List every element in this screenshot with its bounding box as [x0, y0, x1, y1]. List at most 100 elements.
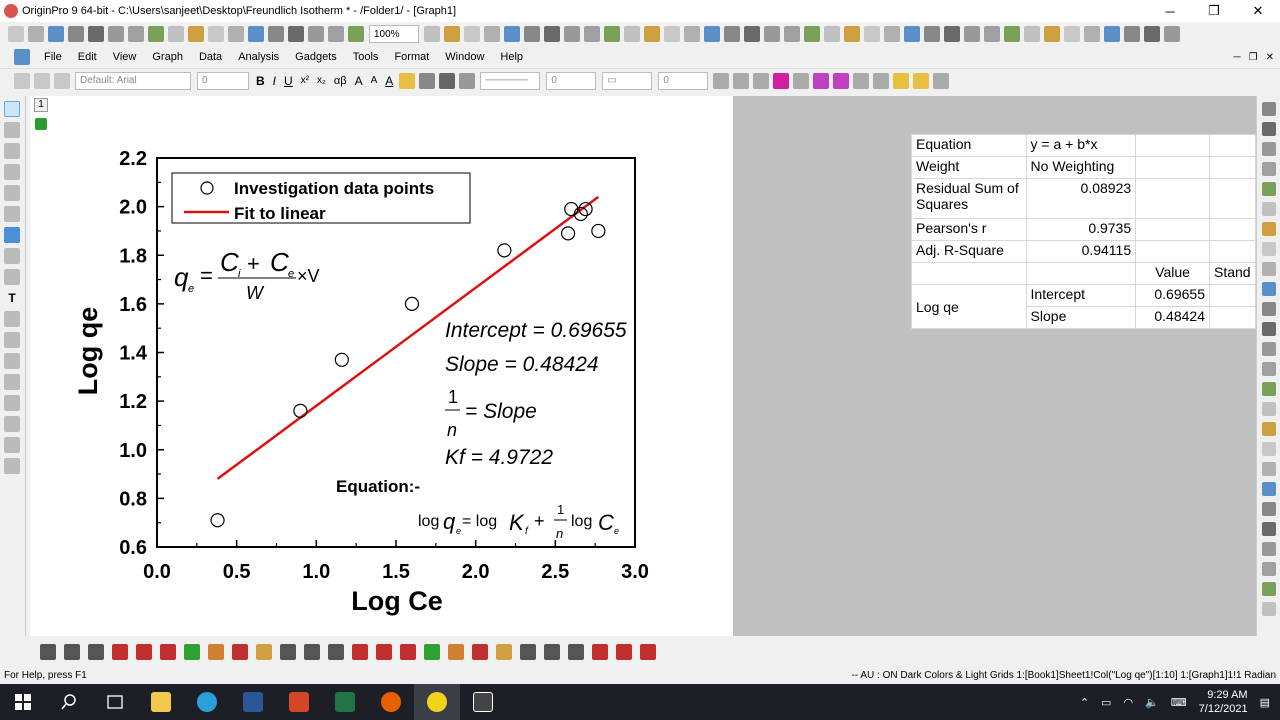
plot-type-icon[interactable]: [64, 644, 80, 660]
standard-tool-icon[interactable]: [168, 26, 184, 42]
standard-tool-icon[interactable]: [804, 26, 820, 42]
data-point[interactable]: [591, 223, 606, 239]
plot-type-icon[interactable]: [400, 644, 416, 660]
plot-type-icon[interactable]: [352, 644, 368, 660]
plot-type-icon[interactable]: [232, 644, 248, 660]
standard-tool-icon[interactable]: [1044, 26, 1060, 42]
minimize-button[interactable]: ─: [1148, 0, 1192, 22]
data-point[interactable]: [334, 352, 349, 367]
taskbar-excel[interactable]: [322, 684, 368, 720]
plot-type-icon[interactable]: [520, 644, 536, 660]
standard-tool-icon[interactable]: [1124, 26, 1140, 42]
menu-edit[interactable]: Edit: [70, 51, 105, 63]
flip-icon[interactable]: [833, 72, 850, 89]
standard-tool-icon[interactable]: [128, 26, 144, 42]
right-tool-icon[interactable]: [1262, 202, 1276, 216]
menu-tools[interactable]: Tools: [345, 51, 387, 63]
taskbar-file-explorer[interactable]: [138, 684, 184, 720]
plot-type-icon[interactable]: [496, 644, 512, 660]
right-tool-icon[interactable]: [1262, 422, 1276, 436]
data-point[interactable]: [560, 226, 576, 241]
pattern-size-select[interactable]: 0: [658, 71, 709, 90]
menu-analysis[interactable]: Analysis: [230, 51, 287, 63]
zoom-select[interactable]: 100%: [369, 25, 419, 43]
standard-tool-icon[interactable]: [108, 26, 124, 42]
plot-type-icon[interactable]: [280, 644, 296, 660]
standard-tool-icon[interactable]: [664, 26, 680, 42]
right-tool-icon[interactable]: [1262, 522, 1276, 536]
distribute-icon[interactable]: [933, 72, 950, 89]
right-tool-icon[interactable]: [1262, 102, 1276, 116]
right-tool-icon[interactable]: [1262, 362, 1276, 376]
standard-tool-icon[interactable]: [88, 26, 104, 42]
right-tool-icon[interactable]: [1262, 242, 1276, 256]
start-button[interactable]: [0, 684, 46, 720]
hatch-icon[interactable]: [713, 72, 730, 89]
plot-type-icon[interactable]: [208, 644, 224, 660]
font-size-select[interactable]: 0: [197, 71, 249, 90]
right-tool-icon[interactable]: [1262, 502, 1276, 516]
group-icon[interactable]: [853, 72, 870, 89]
cut-icon[interactable]: [14, 72, 30, 89]
menu-format[interactable]: Format: [386, 51, 437, 63]
standard-tool-icon[interactable]: [1164, 26, 1180, 42]
draw-data-tool-icon[interactable]: [4, 227, 20, 243]
standard-tool-icon[interactable]: [444, 26, 460, 42]
shape-tool-icon[interactable]: [4, 353, 20, 369]
taskbar-firefox[interactable]: [368, 684, 414, 720]
border-select[interactable]: ▭: [602, 71, 653, 90]
plot-type-icon[interactable]: [256, 644, 272, 660]
worksheet-tool-icon[interactable]: [4, 416, 20, 432]
standard-tool-icon[interactable]: [944, 26, 960, 42]
right-tool-icon[interactable]: [1262, 162, 1276, 176]
mdi-close-icon[interactable]: ✕: [1266, 52, 1274, 63]
region-tool-icon[interactable]: [4, 248, 20, 264]
wifi-icon[interactable]: ◠: [1123, 696, 1133, 709]
clock[interactable]: 9:29 AM 7/12/2021: [1199, 688, 1248, 716]
standard-tool-icon[interactable]: [884, 26, 900, 42]
standard-tool-icon[interactable]: [268, 26, 284, 42]
right-tool-icon[interactable]: [1262, 462, 1276, 476]
standard-tool-icon[interactable]: [864, 26, 880, 42]
standard-tool-icon[interactable]: [504, 26, 520, 42]
matrix-tool-icon[interactable]: [4, 437, 20, 453]
standard-tool-icon[interactable]: [1024, 26, 1040, 42]
standard-tool-icon[interactable]: [684, 26, 700, 42]
chevron-up-icon[interactable]: ⌃: [1080, 696, 1089, 709]
standard-tool-icon[interactable]: [248, 26, 264, 42]
standard-tool-icon[interactable]: [148, 26, 164, 42]
graph-page[interactable]: 0.0 0.5 1.0 1.5 2.0 2.5 3.0 0.6 0.8 1.0 1.2 1.4 1.6 1…: [52, 96, 733, 636]
right-tool-icon[interactable]: [1262, 382, 1276, 396]
data-reader-tool-icon[interactable]: [4, 185, 20, 201]
plot-type-icon[interactable]: [544, 644, 560, 660]
superscript-icon[interactable]: x²: [301, 75, 309, 86]
font-color-icon[interactable]: A: [385, 74, 393, 88]
standard-tool-icon[interactable]: [604, 26, 620, 42]
search-button[interactable]: [46, 684, 92, 720]
plot-type-icon[interactable]: [376, 644, 392, 660]
plot-type-icon[interactable]: [592, 644, 608, 660]
right-tool-icon[interactable]: [1262, 582, 1276, 596]
hand-tool-icon[interactable]: [4, 374, 20, 390]
menu-window[interactable]: Window: [437, 51, 492, 63]
standard-tool-icon[interactable]: [464, 26, 480, 42]
zoom-out-tool-icon[interactable]: [4, 143, 20, 159]
standard-tool-icon[interactable]: [724, 26, 740, 42]
fill-color-icon[interactable]: [399, 72, 416, 89]
language-icon[interactable]: ⌨: [1171, 696, 1187, 709]
align-icon[interactable]: [913, 72, 930, 89]
pointer-tool-icon[interactable]: [4, 101, 20, 117]
layout-icon[interactable]: [753, 72, 770, 89]
standard-tool-icon[interactable]: [328, 26, 344, 42]
plot-type-icon[interactable]: [640, 644, 656, 660]
mask-tool-icon[interactable]: [4, 269, 20, 285]
standard-tool-icon[interactable]: [564, 26, 580, 42]
plot-type-icon[interactable]: [328, 644, 344, 660]
menu-gadgets[interactable]: Gadgets: [287, 51, 345, 63]
standard-tool-icon[interactable]: [824, 26, 840, 42]
fit-results-table[interactable]: Equation y = a + b*x Weight No Weighting…: [911, 134, 1257, 329]
font-select[interactable]: Default: Arial: [75, 71, 191, 90]
data-point[interactable]: [210, 513, 225, 528]
right-tool-icon[interactable]: [1262, 262, 1276, 276]
standard-tool-icon[interactable]: [1064, 26, 1080, 42]
